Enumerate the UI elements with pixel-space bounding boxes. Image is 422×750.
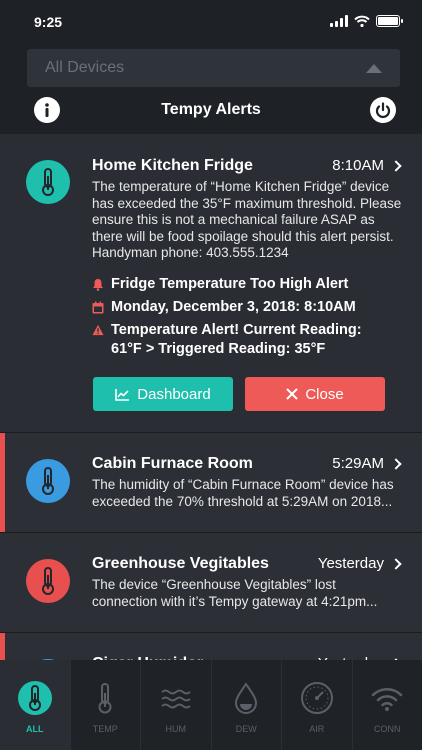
gauge-icon bbox=[299, 680, 335, 716]
warning-icon bbox=[92, 324, 104, 336]
tab-label: TEMP bbox=[92, 724, 118, 734]
alert-device-icon bbox=[26, 559, 70, 603]
dashboard-button-label: Dashboard bbox=[137, 385, 211, 403]
alert-message: The temperature of “Home Kitchen Fridge”… bbox=[92, 179, 402, 260]
alert-type: Fridge Temperature Too High Alert bbox=[92, 275, 348, 294]
alert-item[interactable]: Cabin Furnace Room 5:29AM The humidity o… bbox=[0, 433, 422, 533]
device-select-value: All Devices bbox=[45, 59, 125, 76]
tab-label: CONN bbox=[374, 724, 401, 734]
dashboard-button[interactable]: Dashboard bbox=[93, 377, 233, 411]
alert-time-text: 5:29AM bbox=[332, 455, 384, 472]
thermometer-icon bbox=[42, 467, 54, 495]
power-button[interactable] bbox=[370, 97, 396, 123]
tab-air[interactable]: AIR bbox=[282, 660, 353, 750]
tab-hum[interactable]: HUM bbox=[141, 660, 212, 750]
tab-dew[interactable]: DEW bbox=[212, 660, 282, 750]
alert-time-text: 8:10AM bbox=[332, 157, 384, 174]
chevron-right-icon bbox=[390, 457, 402, 470]
wifi-status-icon bbox=[354, 15, 370, 27]
alert-item[interactable]: Greenhouse Vegitables Yesterday The devi… bbox=[0, 533, 422, 633]
alert-time: 5:29AM bbox=[332, 455, 402, 472]
caret-up-icon bbox=[366, 63, 382, 73]
power-icon bbox=[375, 102, 391, 118]
alert-item[interactable]: Home Kitchen Fridge 8:10AM The temperatu… bbox=[0, 134, 422, 433]
alert-reading-text: Temperature Alert! Current Reading: 61°F… bbox=[111, 322, 362, 357]
thermometer-circle-icon bbox=[17, 680, 53, 716]
tab-temp[interactable]: TEMP bbox=[71, 660, 141, 750]
close-button[interactable]: Close bbox=[245, 377, 385, 411]
page-title: Tempy Alerts bbox=[161, 101, 261, 118]
tab-conn[interactable]: CONN bbox=[353, 660, 422, 750]
tab-label: DEW bbox=[235, 724, 257, 734]
header: All Devices Tempy Alerts bbox=[0, 44, 422, 134]
bell-icon bbox=[93, 279, 103, 291]
chevron-right-icon bbox=[390, 557, 402, 570]
tab-label: AIR bbox=[309, 724, 325, 734]
alert-date: Monday, December 3, 2018: 8:10AM bbox=[92, 298, 356, 317]
alert-device-icon bbox=[26, 160, 70, 204]
device-select[interactable]: All Devices bbox=[27, 49, 400, 87]
alert-device-icon bbox=[26, 459, 70, 503]
alert-date-text: Monday, December 3, 2018: 8:10AM bbox=[111, 299, 356, 315]
status-bar: 9:25 bbox=[0, 0, 422, 44]
close-button-label: Close bbox=[305, 385, 344, 403]
battery-icon bbox=[376, 15, 403, 27]
bottom-tab-bar: ALL TEMP HUM DEW AIR CONN bbox=[0, 660, 422, 750]
alert-time: Yesterday bbox=[317, 555, 402, 572]
chart-line-icon bbox=[115, 388, 130, 401]
alert-message: The device “Greenhouse Vegitables” lost … bbox=[92, 577, 378, 609]
tab-label: HUM bbox=[165, 724, 187, 734]
close-icon bbox=[286, 388, 299, 400]
alert-time-text: Yesterday bbox=[317, 555, 384, 572]
calendar-icon bbox=[92, 301, 104, 314]
alert-device-name: Home Kitchen Fridge bbox=[92, 157, 253, 174]
cellular-signal-icon bbox=[330, 15, 348, 27]
status-icons bbox=[330, 15, 403, 27]
alert-time: 8:10AM bbox=[332, 157, 402, 174]
droplet-icon bbox=[228, 680, 264, 716]
alert-reading: Temperature Alert! Current Reading: 61°F… bbox=[92, 321, 382, 359]
alert-device-name: Greenhouse Vegitables bbox=[92, 555, 269, 572]
thermometer-icon bbox=[42, 567, 54, 595]
waves-icon bbox=[158, 680, 194, 716]
chevron-right-icon bbox=[390, 159, 402, 172]
tab-all[interactable]: ALL bbox=[0, 660, 71, 750]
thermometer-icon bbox=[87, 680, 123, 716]
alert-device-name: Cabin Furnace Room bbox=[92, 455, 253, 472]
tab-label: ALL bbox=[26, 724, 44, 734]
wifi-icon bbox=[369, 680, 405, 716]
alert-message: The humidity of “Cabin Furnace Room” dev… bbox=[92, 477, 394, 509]
alert-type-text: Fridge Temperature Too High Alert bbox=[111, 276, 349, 292]
status-time: 9:25 bbox=[34, 14, 63, 30]
thermometer-icon bbox=[42, 168, 54, 196]
